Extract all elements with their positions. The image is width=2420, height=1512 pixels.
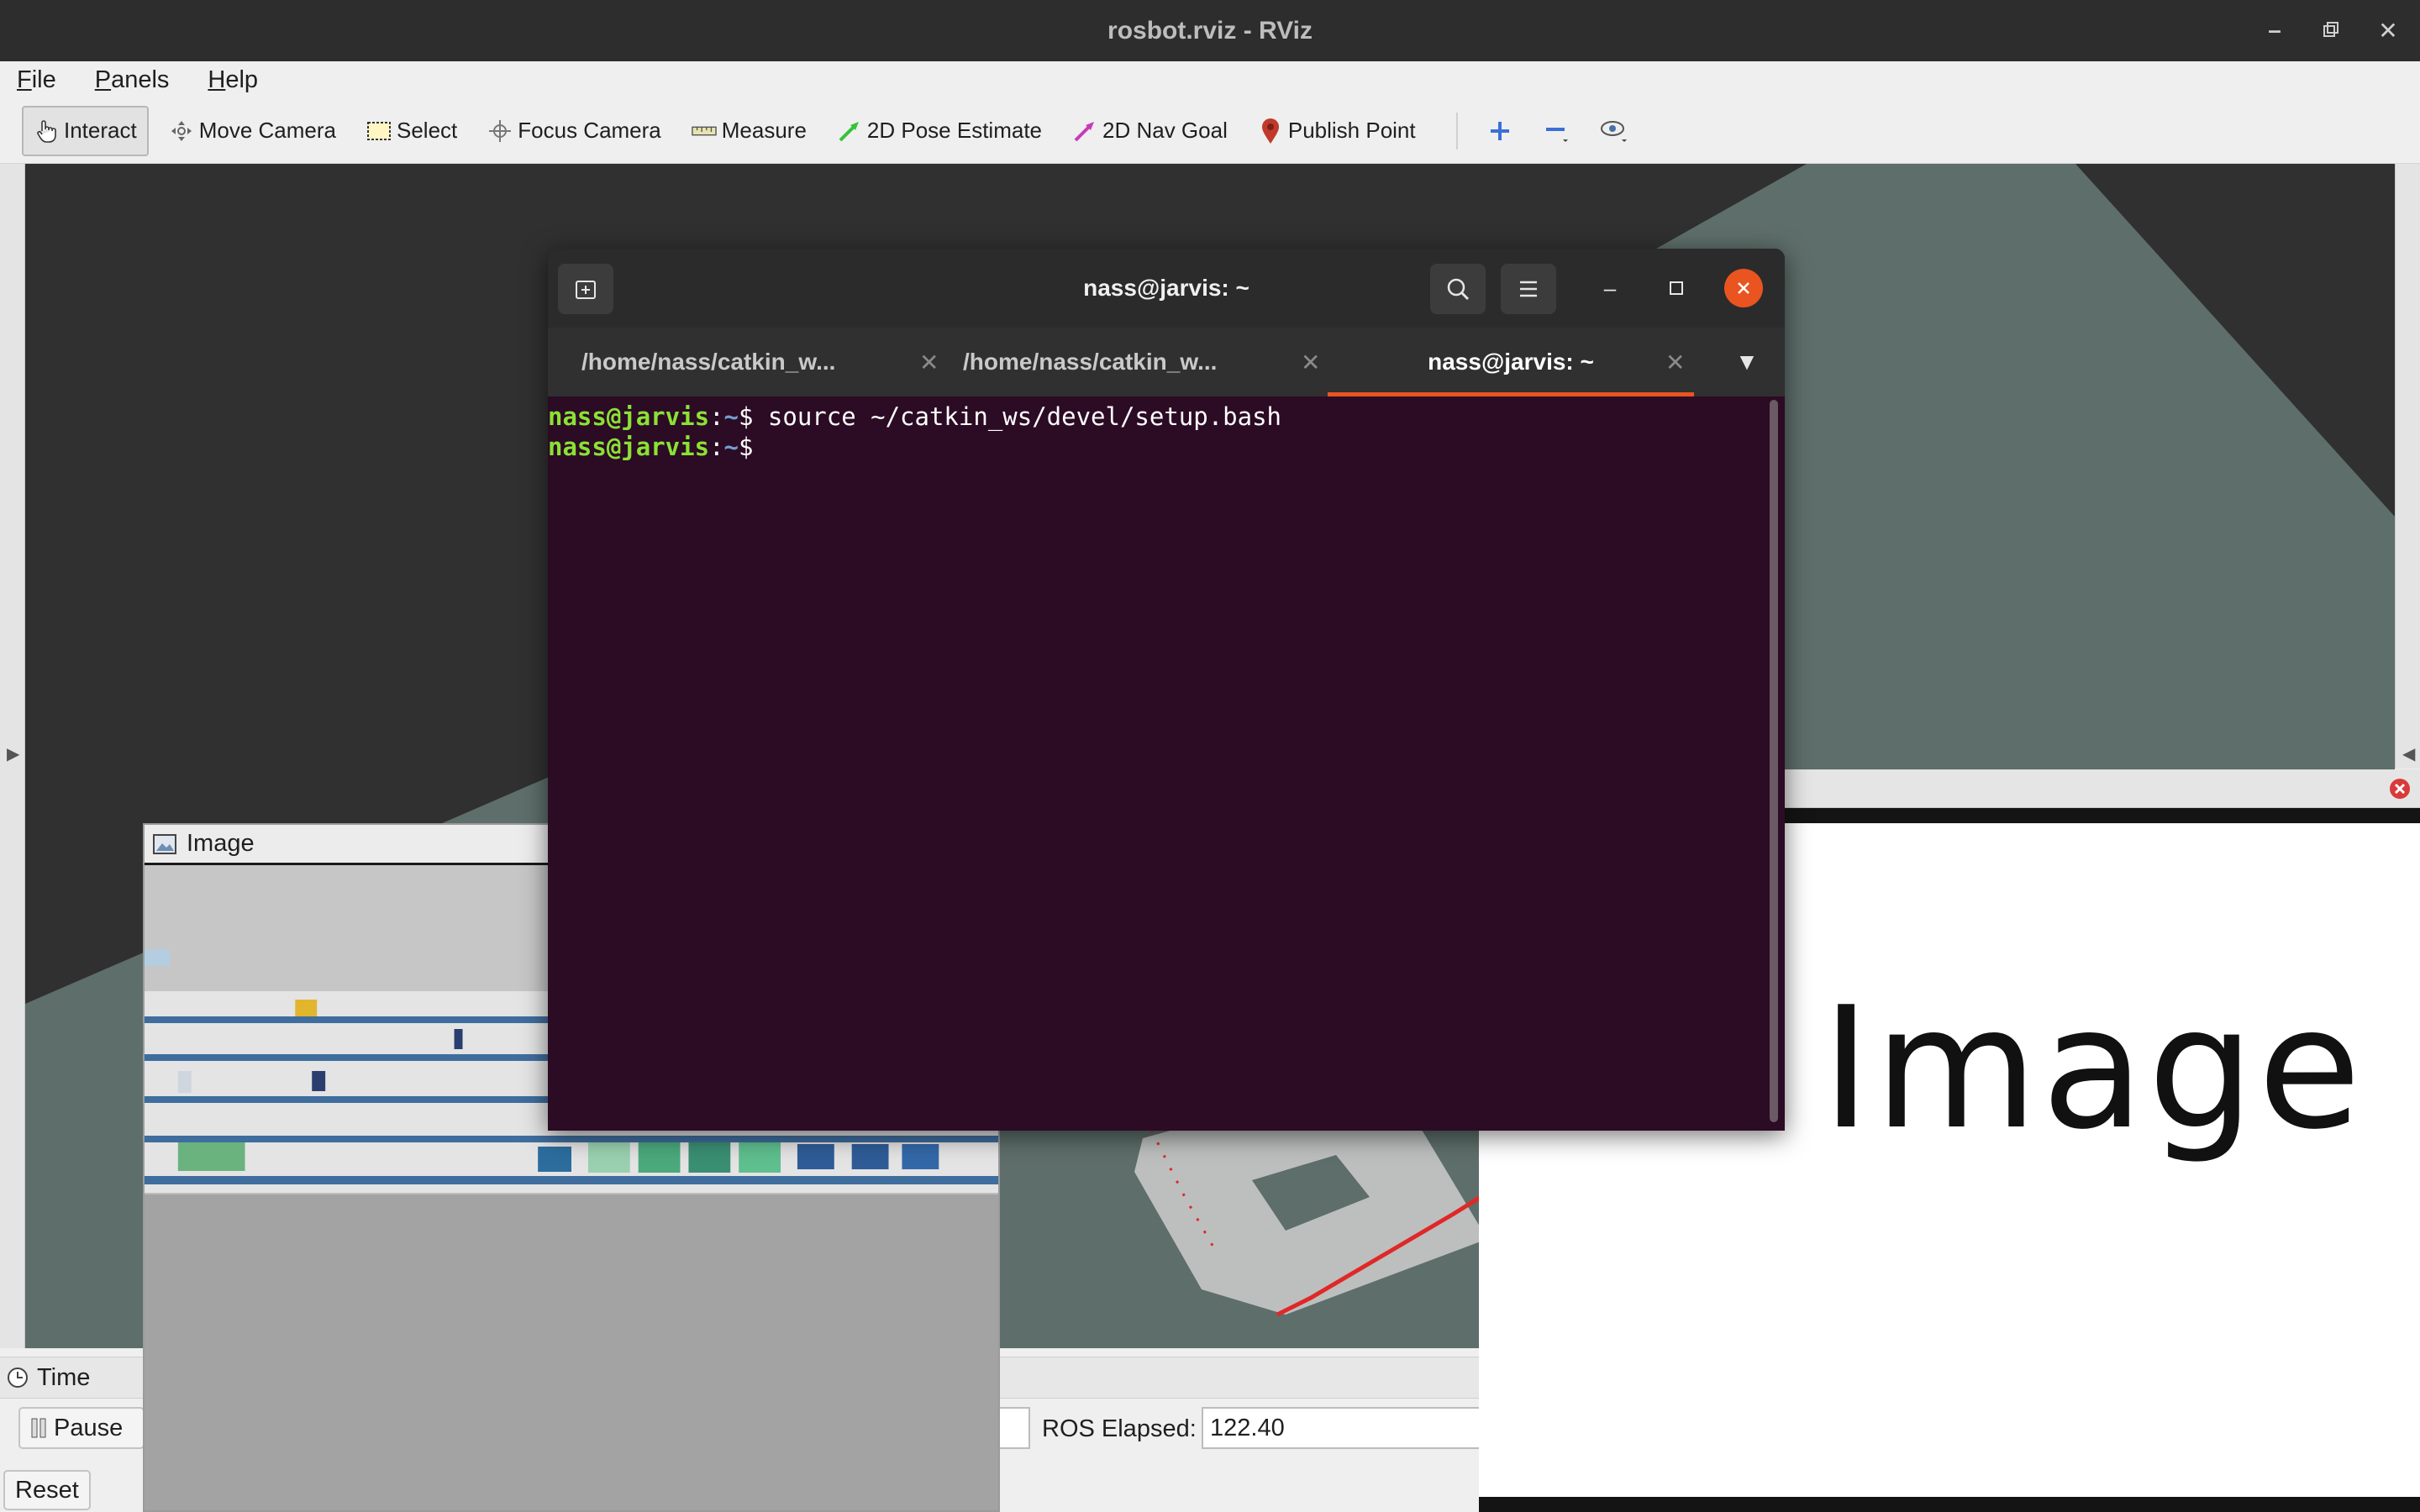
expand-right-icon[interactable]: ◀ [2402, 743, 2415, 764]
tool-select[interactable]: Select [356, 106, 467, 156]
terminal-tab-bar: /home/nass/catkin_w... ✕ /home/nass/catk… [548, 328, 1785, 396]
menubar: File Panels Help [0, 61, 2420, 98]
tool-move-camera[interactable]: Move Camera [159, 106, 346, 156]
focus-camera-icon [487, 118, 513, 144]
terminal-tab-label: nass@jarvis: ~ [1428, 349, 1594, 375]
ros-elapsed-label: ROS Elapsed: [1042, 1415, 1197, 1442]
terminal-tab-2[interactable]: /home/nass/catkin_w... ✕ [963, 328, 1320, 396]
toolbar: Interact Move Camera Select Focus Camera… [0, 98, 2420, 164]
hand-icon [34, 118, 59, 144]
menu-panels[interactable]: Panels [88, 63, 176, 97]
new-tab-button[interactable] [558, 264, 613, 314]
time-panel-title: Time [37, 1363, 91, 1391]
terminal-tab-label: /home/nass/catkin_w... [963, 349, 1218, 375]
panel-close-icon[interactable] [2388, 777, 2412, 801]
tab-close-icon[interactable]: ✕ [1301, 349, 1320, 376]
terminal-search-button[interactable] [1430, 264, 1486, 314]
terminal-maximize-icon[interactable] [1657, 269, 1696, 307]
image-panel-title: Image [187, 830, 255, 857]
move-camera-icon [169, 118, 194, 144]
window-titlebar: rosbot.rviz - RViz – ✕ [0, 0, 2420, 61]
terminal-line: nass@jarvis:~$ [548, 433, 754, 461]
pause-label: Pause [54, 1414, 124, 1441]
terminal-tab-label: /home/nass/catkin_w... [581, 349, 836, 375]
expand-left-icon[interactable]: ▶ [7, 743, 19, 764]
terminal-line: nass@jarvis:~$ source ~/catkin_ws/devel/… [548, 402, 1282, 431]
reset-label: Reset [15, 1476, 79, 1504]
minimize-icon[interactable]: – [2256, 12, 2293, 49]
tool-2d-pose-estimate[interactable]: 2D Pose Estimate [827, 106, 1052, 156]
add-tool-icon[interactable] [1478, 109, 1522, 153]
tool-focus-camera[interactable]: Focus Camera [477, 106, 671, 156]
menu-file[interactable]: File [10, 63, 63, 97]
tool-label: 2D Pose Estimate [866, 118, 1043, 143]
view-icon[interactable] [1592, 109, 1636, 153]
tool-label: Interact [64, 118, 137, 143]
terminal-menu-button[interactable] [1501, 264, 1556, 314]
terminal-output[interactable]: nass@jarvis:~$ source ~/catkin_ws/devel/… [548, 396, 1785, 1131]
pose-arrow-icon [837, 118, 862, 144]
image-border-bottom [1479, 1497, 2420, 1512]
tool-label: Move Camera [198, 118, 336, 143]
new-tab-icon [574, 277, 597, 301]
reset-button[interactable]: Reset [3, 1470, 91, 1510]
map-pin-icon [1258, 118, 1283, 144]
terminal-tab-3[interactable]: nass@jarvis: ~ ✕ [1328, 328, 1694, 396]
tool-measure[interactable]: Measure [681, 106, 817, 156]
tab-list-dropdown[interactable]: ▼ [1726, 328, 1768, 396]
image-icon [153, 833, 176, 854]
chevron-down-icon: ▼ [1735, 349, 1759, 375]
clock-icon [7, 1367, 29, 1389]
tool-2d-nav-goal[interactable]: 2D Nav Goal [1062, 106, 1238, 156]
terminal-tab-1[interactable]: /home/nass/catkin_w... ✕ [581, 328, 939, 396]
ros-elapsed-field[interactable]: 122.40 [1202, 1407, 1487, 1449]
terminal-scrollbar[interactable] [1770, 400, 1778, 1122]
toolbar-separator [1455, 112, 1458, 150]
nav-goal-arrow-icon [1072, 118, 1097, 144]
window-title: rosbot.rviz - RViz [1107, 16, 1313, 45]
tab-close-icon[interactable]: ✕ [1665, 349, 1685, 376]
search-icon [1445, 276, 1470, 302]
pause-icon [30, 1417, 49, 1439]
terminal-minimize-icon[interactable]: – [1591, 269, 1629, 307]
close-icon[interactable]: ✕ [2370, 12, 2407, 49]
terminal-window[interactable]: nass@jarvis: ~ – /home/nass/catkin_w... … [548, 249, 1785, 1131]
hamburger-menu-icon [1518, 280, 1539, 298]
pause-button[interactable]: Pause [18, 1407, 145, 1449]
tool-interact[interactable]: Interact [22, 105, 149, 156]
tool-label: Publish Point [1287, 118, 1416, 143]
tool-publish-point[interactable]: Publish Point [1248, 106, 1426, 156]
right-dock-handle[interactable]: ◀ [2395, 164, 2420, 769]
tool-label: Select [397, 118, 458, 143]
terminal-close-icon[interactable] [1724, 269, 1763, 307]
tab-close-icon[interactable]: ✕ [919, 349, 939, 376]
select-box-icon [366, 118, 392, 144]
restore-icon[interactable] [2312, 12, 2349, 49]
remove-tool-icon[interactable] [1535, 109, 1579, 153]
ruler-icon [692, 118, 717, 144]
tool-label: 2D Nav Goal [1102, 118, 1228, 143]
menu-help[interactable]: Help [201, 63, 265, 97]
left-dock-handle[interactable]: ▶ [0, 164, 25, 1348]
ros-elapsed-value: 122.40 [1210, 1414, 1285, 1441]
tool-label: Focus Camera [518, 118, 661, 143]
tool-label: Measure [721, 118, 807, 143]
